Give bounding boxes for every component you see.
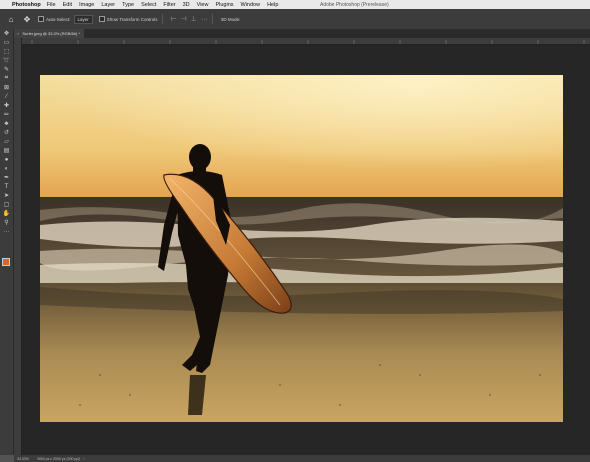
divider (161, 14, 163, 24)
eyedropper-icon[interactable]: ⁄ (0, 92, 13, 101)
menu-select[interactable]: Select (141, 2, 156, 8)
align-right-icon[interactable]: ⊥ (191, 15, 197, 23)
rectangle-icon[interactable]: ▢ (0, 200, 13, 209)
app-menu[interactable]: Photoshop (12, 2, 41, 8)
gradient-icon[interactable]: ▤ (0, 146, 13, 155)
auto-select-dropdown[interactable]: Layer (73, 14, 93, 24)
frame-icon[interactable]: ⊠ (0, 83, 13, 92)
dodge-icon[interactable]: ◐ (0, 164, 13, 173)
document-tab[interactable]: × Surfer.jpeg @ 33.3% (RGB/8#) * (14, 29, 84, 38)
status-bar: 33.33% 3000 px x 2000 px (300 ppi) › (14, 455, 590, 462)
menu-bar: Photoshop File Edit Image Layer Type Sel… (0, 0, 590, 9)
menu-file[interactable]: File (47, 2, 56, 8)
horizontal-ruler[interactable] (22, 38, 590, 45)
menu-window[interactable]: Window (241, 2, 261, 8)
menu-3d[interactable]: 3D (183, 2, 190, 8)
menu-filter[interactable]: Filter (163, 2, 175, 8)
surfer-photo (40, 75, 563, 422)
pen-icon[interactable]: ✒ (0, 173, 13, 182)
more-options-icon[interactable]: ··· (201, 16, 208, 23)
marquee-icon[interactable]: ⬚ (0, 47, 13, 56)
blur-icon[interactable]: ● (0, 155, 13, 164)
move-tool-preset-icon[interactable]: ✥ (22, 14, 32, 24)
window-title: Adobe Photoshop (Prerelease) (320, 1, 389, 8)
auto-select-label: Auto-Select: (46, 16, 71, 22)
tools-panel: ✥ ▭ ⬚ ➰ ✎ ⌗ ⊠ ⁄ ✚ ✏ ♣ ↺ ▱ ▤ ● ◐ ✒ T ➤ ▢ … (0, 29, 14, 455)
hand-icon[interactable]: ✋ (0, 209, 13, 218)
menu-type[interactable]: Type (122, 2, 134, 8)
align-left-icon[interactable]: ⊢ (171, 15, 177, 23)
menu-layer[interactable]: Layer (101, 2, 115, 8)
menu-help[interactable]: Help (267, 2, 278, 8)
zoom-level[interactable]: 33.33% (17, 457, 29, 461)
document-tab-bar: × Surfer.jpeg @ 33.3% (RGB/8#) * (14, 29, 590, 38)
history-brush-icon[interactable]: ↺ (0, 128, 13, 137)
auto-select-checkbox[interactable] (38, 16, 44, 22)
ruler-ticks (31, 40, 585, 44)
lasso-icon[interactable]: ➰ (0, 56, 13, 65)
transform-controls-checkbox[interactable] (98, 16, 105, 22)
divider (211, 14, 213, 24)
move-icon[interactable]: ✥ (0, 29, 13, 38)
transform-controls-label: Show Transform Controls (106, 16, 158, 22)
menu-view[interactable]: View (197, 2, 209, 8)
close-icon[interactable]: × (17, 31, 19, 36)
menu-image[interactable]: Image (79, 2, 94, 8)
document-image[interactable] (40, 75, 563, 422)
clone-stamp-icon[interactable]: ♣ (0, 119, 13, 128)
brush-icon[interactable]: ✏ (0, 110, 13, 119)
zoom-icon[interactable]: ⚲ (0, 218, 13, 227)
foreground-color-swatch[interactable] (2, 258, 10, 266)
type-icon[interactable]: T (0, 182, 13, 191)
menu-edit[interactable]: Edit (63, 2, 72, 8)
home-icon[interactable]: ⌂ (6, 14, 16, 24)
document-tab-label: Surfer.jpeg @ 33.3% (RGB/8#) * (22, 31, 80, 36)
3d-mode-label: 3D Mode: (220, 16, 241, 22)
quick-select-icon[interactable]: ✎ (0, 65, 13, 74)
artboard-icon[interactable]: ▭ (0, 38, 13, 47)
eraser-icon[interactable]: ▱ (0, 137, 13, 146)
more-icon[interactable]: ··· (0, 227, 13, 236)
document-info[interactable]: 3000 px x 2000 px (300 ppi) (37, 457, 80, 461)
vertical-ruler[interactable] (14, 38, 22, 455)
path-select-icon[interactable]: ➤ (0, 191, 13, 200)
align-center-icon[interactable]: ⊣ (181, 15, 187, 23)
status-arrow-icon[interactable]: › (83, 457, 84, 461)
options-bar: ⌂ ✥ Auto-Select: Layer Show Transform Co… (0, 9, 590, 30)
menu-plugins[interactable]: Plugins (215, 2, 233, 8)
healing-icon[interactable]: ✚ (0, 101, 13, 110)
crop-icon[interactable]: ⌗ (0, 74, 13, 83)
